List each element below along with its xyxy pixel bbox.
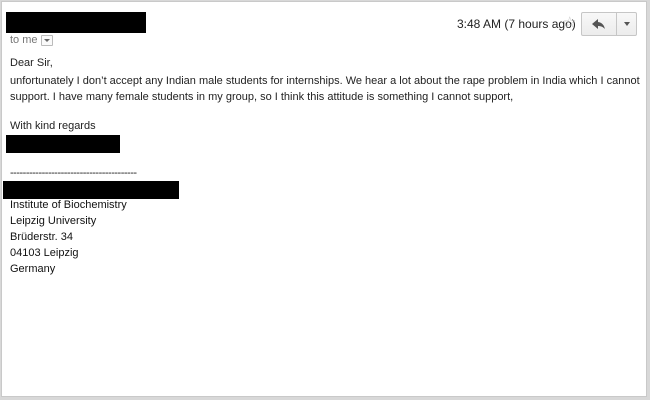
address-line: Germany	[10, 263, 56, 275]
reply-button-group	[581, 12, 637, 36]
email-message-view: to me 3:48 AM (7 hours ago) ☆ Dear Sir, …	[1, 1, 647, 397]
signature-name-redaction	[6, 135, 120, 153]
address-line: 04103 Leipzig	[10, 247, 79, 259]
address-line: Brüderstr. 34	[10, 231, 73, 243]
message-greeting: Dear Sir,	[10, 57, 53, 69]
reply-button[interactable]	[582, 13, 617, 35]
star-icon[interactable]: ☆	[563, 14, 576, 32]
signature-divider: ----------------------------------------	[10, 167, 137, 179]
chevron-down-icon	[623, 22, 630, 26]
address-line: Leipzig University	[10, 215, 97, 227]
message-timestamp: 3:48 AM (7 hours ago)	[457, 17, 576, 31]
sender-name-redaction	[6, 12, 146, 33]
recipient-summary[interactable]: to me	[10, 33, 53, 47]
more-actions-button[interactable]	[617, 13, 636, 35]
reply-arrow-icon	[592, 19, 605, 29]
signature-address: Institute of Biochemistry Leipzig Univer…	[10, 197, 127, 277]
message-paragraph: unfortunately I don’t accept any Indian …	[10, 75, 640, 103]
address-line: Institute of Biochemistry	[10, 199, 127, 211]
details-dropdown-icon[interactable]	[40, 34, 53, 46]
message-closing: With kind regards	[10, 120, 96, 132]
to-label: to me	[10, 34, 38, 46]
